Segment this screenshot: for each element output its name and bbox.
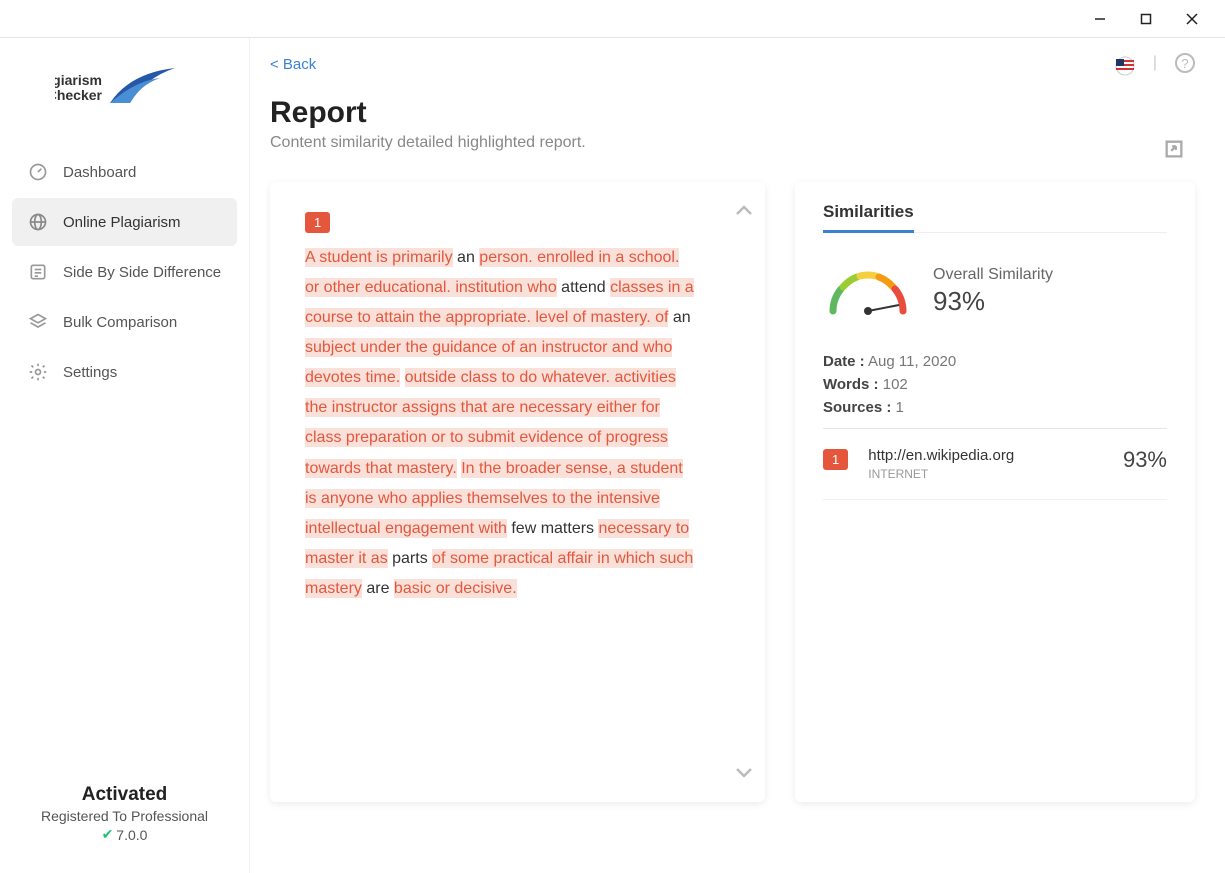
report-text: A student is primarily an person. enroll…	[305, 243, 695, 604]
sidebar-item-side-by-side[interactable]: Side By Side Difference	[12, 248, 237, 296]
page-subtitle: Content similarity detailed highlighted …	[270, 134, 1195, 152]
match-badge[interactable]: 1	[305, 212, 330, 233]
sidebar-item-label: Bulk Comparison	[63, 314, 177, 331]
date-value: Aug 11, 2020	[868, 353, 956, 370]
sidebar-item-label: Settings	[63, 364, 117, 381]
date-label: Date :	[823, 353, 865, 370]
words-label: Words :	[823, 376, 879, 393]
plain-text: an	[453, 249, 480, 266]
overall-similarity-value: 93%	[933, 286, 1053, 317]
layers-icon	[27, 311, 49, 333]
sidebar-item-bulk[interactable]: Bulk Comparison	[12, 298, 237, 346]
source-type: INTERNET	[868, 467, 1123, 481]
svg-text:Plagiarism: Plagiarism	[55, 72, 102, 88]
source-percentage: 93%	[1123, 447, 1167, 473]
plain-text: are	[362, 580, 394, 597]
sidebar-item-label: Dashboard	[63, 164, 136, 181]
sidebar-item-online-plagiarism[interactable]: Online Plagiarism	[12, 198, 237, 246]
main-content: < Back | ? Report Content similarity det…	[250, 38, 1225, 873]
page-title: Report	[270, 96, 1195, 130]
gear-icon	[27, 361, 49, 383]
maximize-button[interactable]	[1123, 4, 1169, 34]
highlighted-text: A student is primarily	[305, 248, 453, 267]
language-flag-icon[interactable]	[1115, 56, 1135, 70]
registration-label: Registered To Professional	[10, 808, 239, 824]
similarities-panel: Similarities	[795, 182, 1195, 802]
report-metadata: Date : Aug 11, 2020 Words : 102 Sources …	[823, 353, 1167, 416]
sources-value: 1	[896, 399, 904, 416]
highlighted-text: basic or decisive.	[394, 579, 517, 598]
svg-text:Checker: Checker	[55, 87, 103, 103]
close-button[interactable]	[1169, 4, 1215, 34]
plain-text: few matters	[507, 520, 599, 537]
plain-text: parts	[388, 550, 432, 567]
source-row[interactable]: 1 http://en.wikipedia.org INTERNET93%	[823, 429, 1167, 500]
words-value: 102	[883, 376, 908, 393]
gauge-icon	[823, 261, 913, 321]
sources-list: 1 http://en.wikipedia.org INTERNET93%	[823, 429, 1167, 500]
plain-text: an	[668, 309, 690, 326]
check-icon: ✔	[102, 826, 114, 843]
gauge-icon	[27, 161, 49, 183]
back-link[interactable]: < Back	[270, 56, 316, 73]
header-controls: | ?	[1115, 53, 1195, 73]
sidebar-item-dashboard[interactable]: Dashboard	[12, 148, 237, 196]
source-url: http://en.wikipedia.org	[868, 447, 1123, 464]
sidebar: Plagiarism Checker Dashboard Online Plag…	[0, 38, 250, 873]
sources-label: Sources :	[823, 399, 891, 416]
globe-icon	[27, 211, 49, 233]
sidebar-footer: Activated Registered To Professional ✔ 7…	[0, 764, 249, 873]
sidebar-item-label: Online Plagiarism	[63, 214, 181, 231]
overall-similarity-label: Overall Similarity	[933, 266, 1053, 284]
plain-text	[400, 369, 404, 386]
overall-similarity-row: Overall Similarity 93%	[823, 261, 1167, 321]
help-icon[interactable]: ?	[1175, 53, 1195, 73]
version-label: ✔ 7.0.0	[10, 826, 239, 843]
source-badge: 1	[823, 449, 848, 470]
plain-text: attend	[557, 279, 610, 296]
sidebar-nav: Dashboard Online Plagiarism Side By Side…	[0, 138, 249, 764]
report-text-panel: 1 A student is primarily an person. enro…	[270, 182, 765, 802]
sidebar-item-settings[interactable]: Settings	[12, 348, 237, 396]
divider: |	[1153, 54, 1157, 72]
scroll-up-button[interactable]	[735, 200, 753, 221]
similarities-heading: Similarities	[823, 202, 914, 233]
scroll-down-button[interactable]	[735, 763, 753, 784]
export-icon[interactable]	[1163, 138, 1185, 165]
window-titlebar	[0, 0, 1225, 38]
compare-icon	[27, 261, 49, 283]
minimize-button[interactable]	[1077, 4, 1123, 34]
activation-status: Activated	[10, 784, 239, 806]
sidebar-item-label: Side By Side Difference	[63, 264, 221, 281]
app-logo: Plagiarism Checker	[0, 38, 249, 138]
